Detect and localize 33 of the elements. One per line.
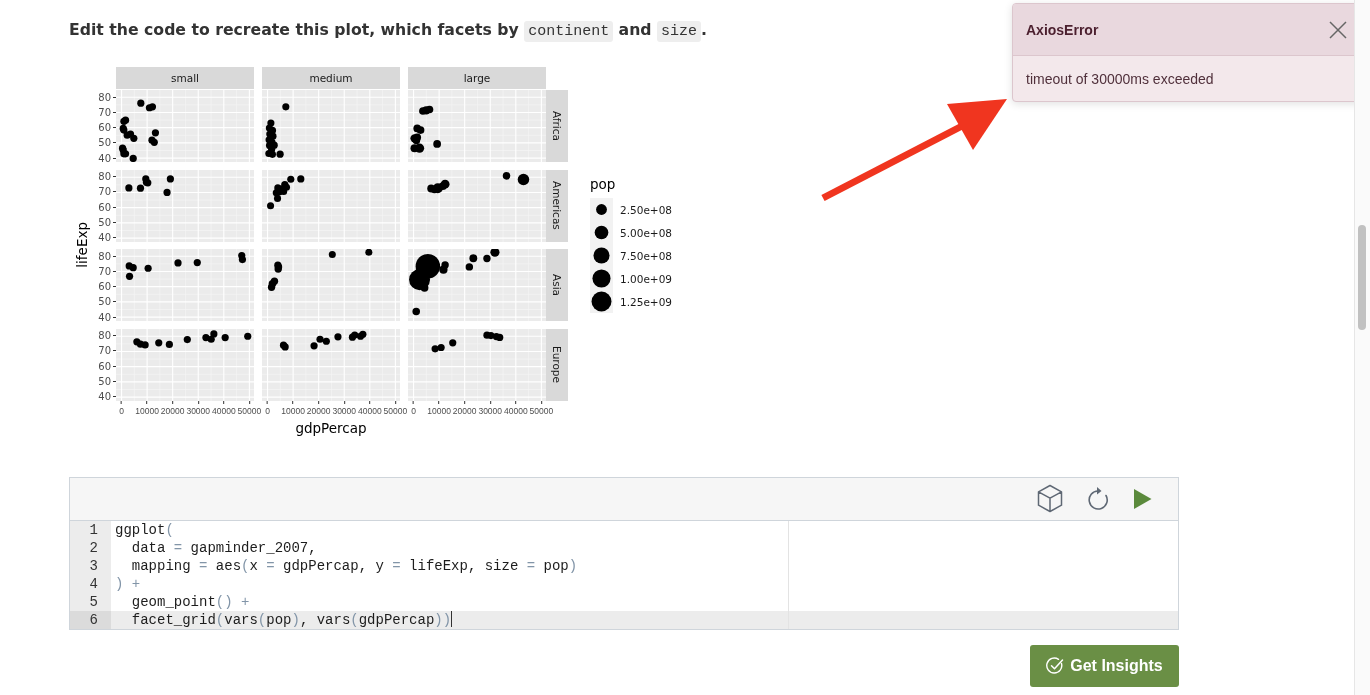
y-tick-label: 80 xyxy=(98,249,116,263)
facet-label: Asia xyxy=(546,249,568,321)
y-tick-label: 70 xyxy=(98,264,116,278)
x-axis-title: gdpPercap xyxy=(295,418,367,438)
legend-label: 7.50e+08 xyxy=(620,249,672,262)
y-tick-label: 50 xyxy=(98,374,116,388)
x-tick-label: 50000 xyxy=(237,400,262,417)
toast-message: timeout of 30000ms exceeded xyxy=(1026,70,1214,87)
x-tick-label: 0 xyxy=(265,400,270,417)
y-tick-label: 80 xyxy=(98,90,116,104)
y-tick-label: 50 xyxy=(98,215,116,229)
facet-label: large xyxy=(408,67,546,89)
legend-title: pop xyxy=(590,176,616,192)
y-tick-label: 70 xyxy=(98,105,116,119)
facet-label: small xyxy=(116,67,254,89)
legend-label: 1.00e+09 xyxy=(620,272,672,285)
facet-label: Americas xyxy=(546,169,568,242)
x-tick-label: 50000 xyxy=(383,400,408,417)
facet-label: Europe xyxy=(546,328,568,401)
legend-label: 2.50e+08 xyxy=(620,203,672,216)
y-tick-label: 40 xyxy=(98,310,116,324)
facet-label: Africa xyxy=(546,90,568,162)
y-tick-label: 60 xyxy=(98,200,116,214)
legend-label: 5.00e+08 xyxy=(620,226,672,239)
x-tick-label: 0 xyxy=(411,400,416,417)
y-axis-title: lifeExp xyxy=(74,222,90,269)
x-tick-label: 0 xyxy=(119,400,124,417)
legend-label: 1.25e+09 xyxy=(620,295,672,308)
toast-title: AxiosError xyxy=(1026,21,1099,38)
facet-label: medium xyxy=(262,67,400,89)
y-tick-label: 40 xyxy=(98,151,116,165)
instruction-heading: Edit the code to recreate this plot, which facets by continent and size . xyxy=(69,19,708,43)
y-tick-label: 60 xyxy=(98,359,116,373)
